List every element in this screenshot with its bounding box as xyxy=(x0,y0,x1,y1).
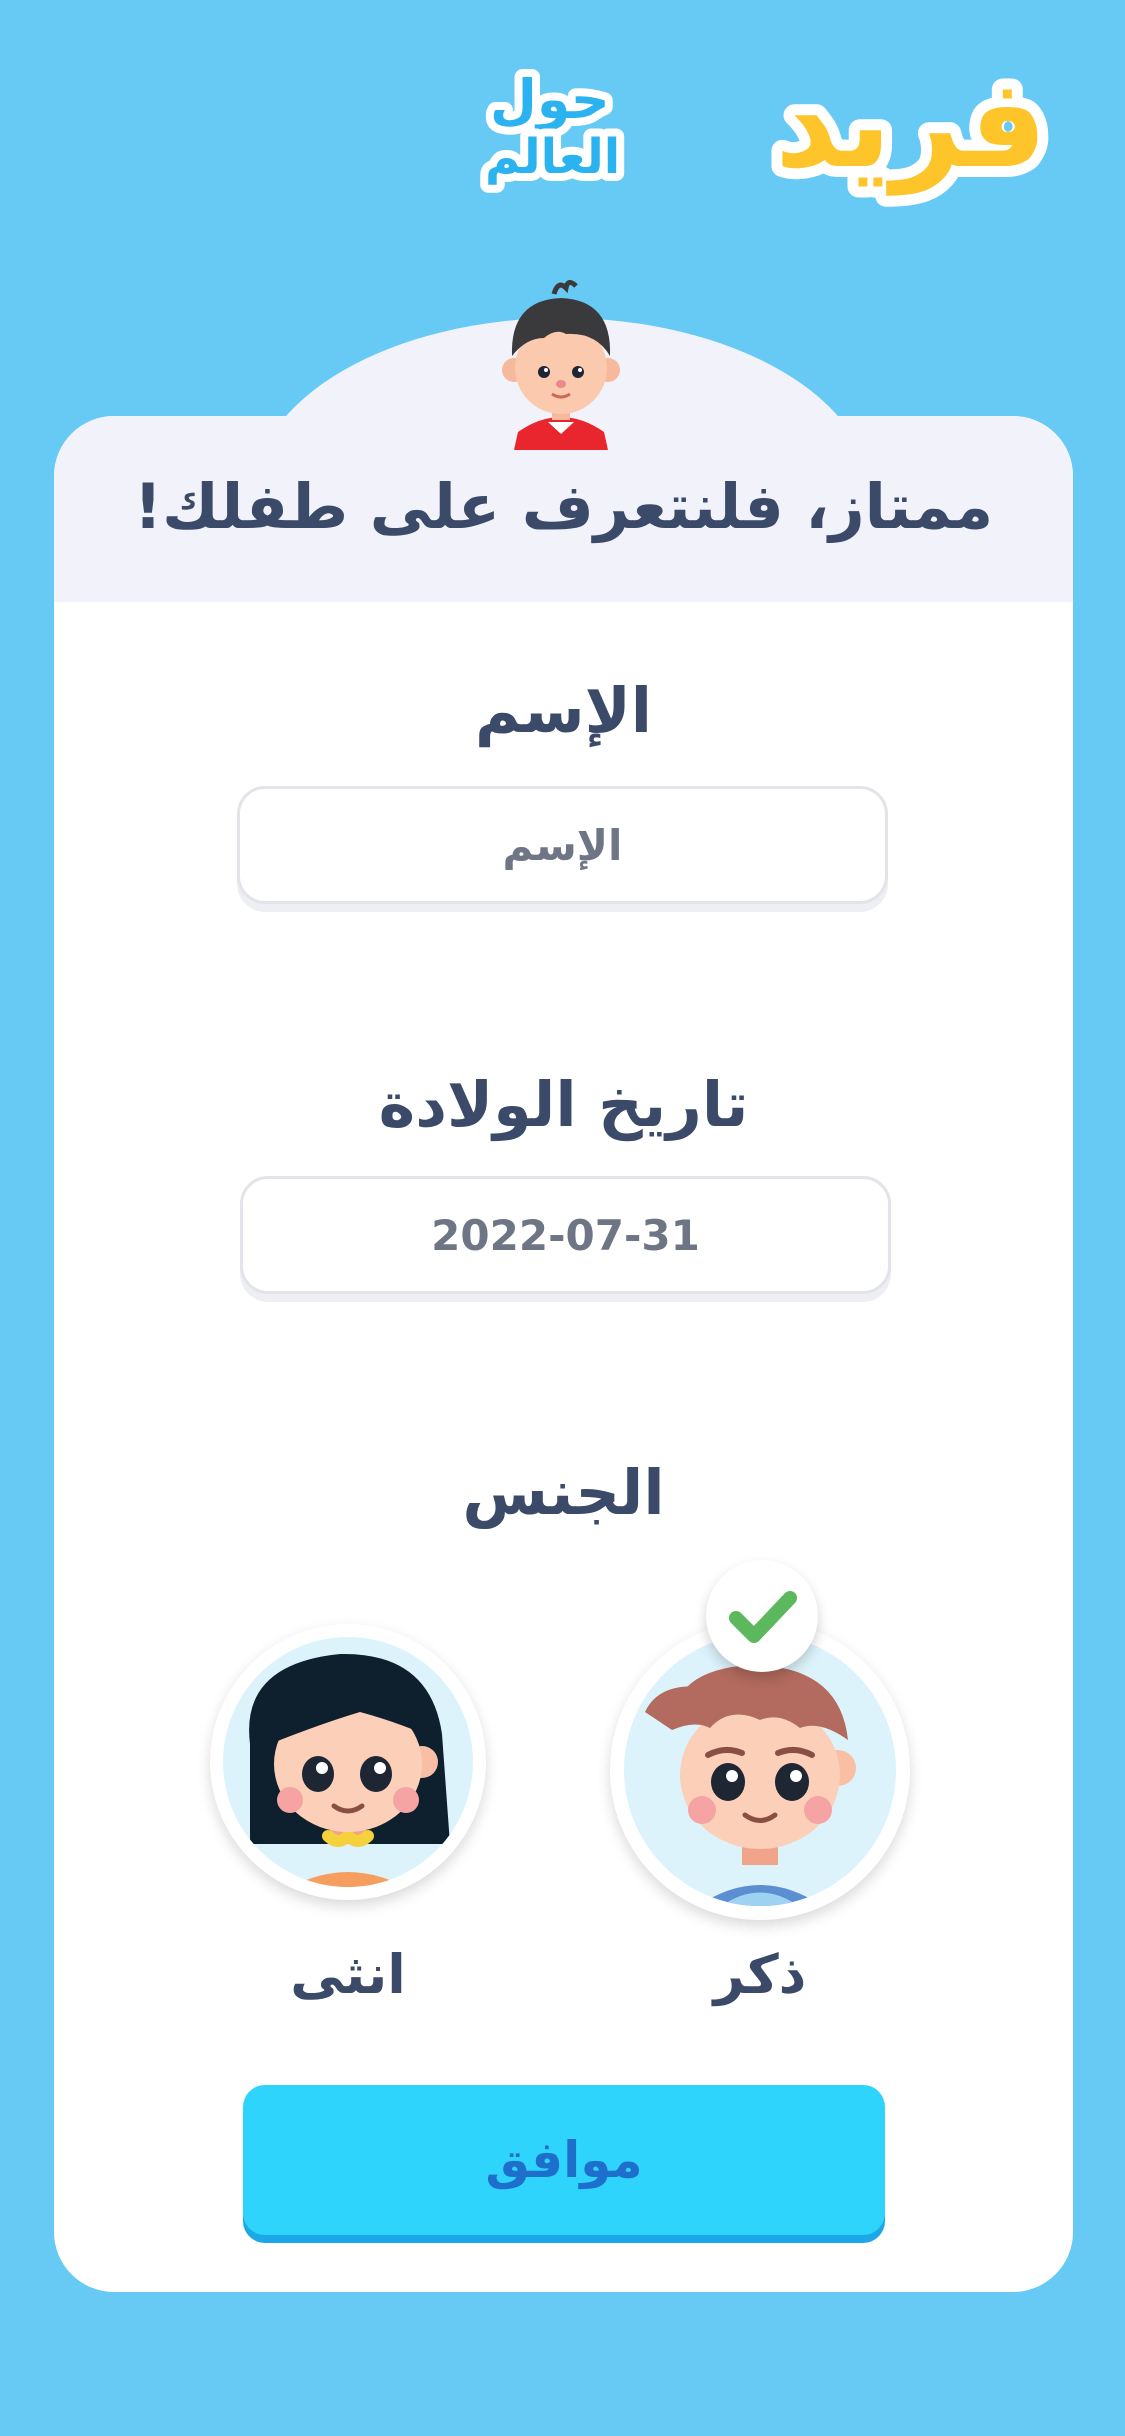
logo-line1-text: حول xyxy=(490,68,610,131)
card-heading: ممتاز، فلنتعرف على طفلك! xyxy=(133,470,994,543)
gender-option-male[interactable]: ذكر xyxy=(610,1560,910,2002)
birthdate-input[interactable] xyxy=(243,1179,888,1291)
birthdate-field[interactable] xyxy=(240,1176,891,1294)
app-logo: فريد فريد حول حول العالم العالم xyxy=(350,42,1058,233)
name-label: الإسم xyxy=(474,674,652,747)
name-input[interactable] xyxy=(240,789,885,901)
birthdate-label: تاريخ الولادة xyxy=(378,1068,749,1141)
girl-avatar-icon xyxy=(210,1624,486,1900)
gender-option-female[interactable]: انثى xyxy=(210,1560,510,2002)
gender-label: الجنس xyxy=(462,1456,665,1529)
logo-main-text: فريد xyxy=(775,53,1047,196)
ok-button[interactable]: موافق xyxy=(243,2085,885,2235)
gender-option-male-label: ذكر xyxy=(713,1943,807,2006)
logo-line2-text: العالم xyxy=(485,129,620,185)
boy-avatar-icon xyxy=(496,272,626,450)
gender-option-female-label: انثى xyxy=(290,1943,406,2006)
name-field[interactable] xyxy=(237,786,888,904)
selected-check-icon xyxy=(706,1560,818,1672)
